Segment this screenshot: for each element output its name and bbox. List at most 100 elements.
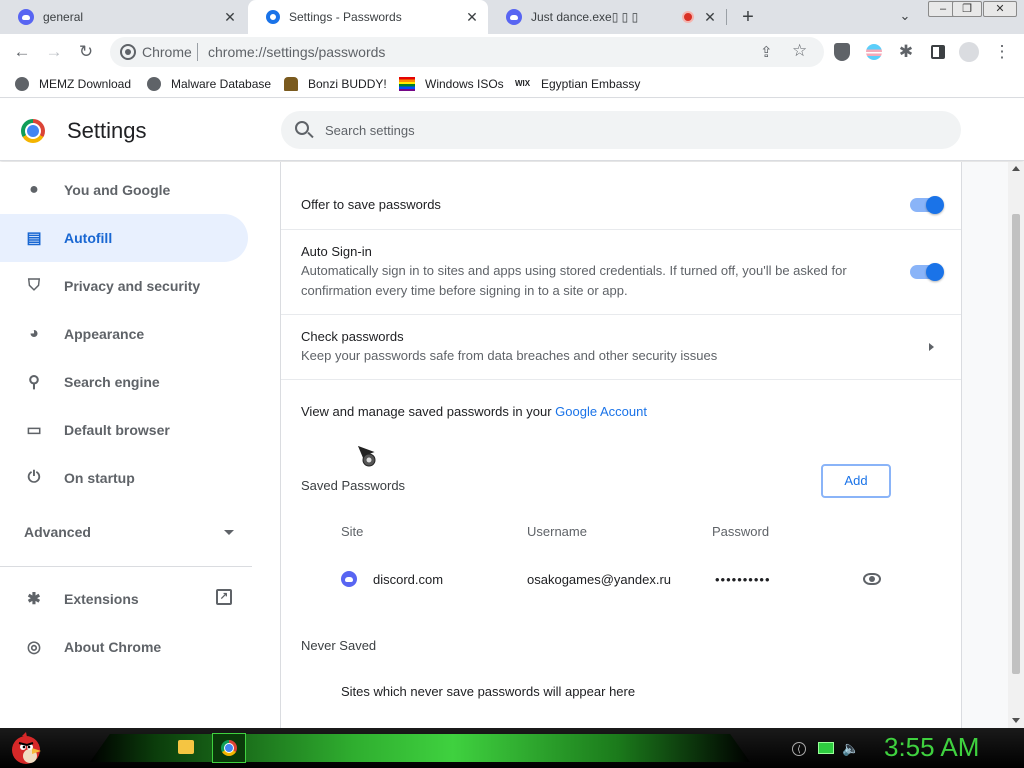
extensions-puzzle-icon[interactable]: ✱ <box>896 42 916 62</box>
palette-icon: ◕ <box>29 325 39 342</box>
sidebar-divider <box>0 566 252 567</box>
restore-button[interactable]: ❐ <box>952 1 982 17</box>
bookmark-label: Windows ISOs <box>425 77 504 91</box>
sidebar-item-autofill[interactable]: ▤ Autofill <box>0 214 248 262</box>
sidebar-item-label: Default browser <box>64 422 170 438</box>
address-bar[interactable]: Chrome chrome://settings/passwords ⇪ ☆ <box>110 37 824 67</box>
tab-title: general <box>43 10 84 24</box>
add-password-button[interactable]: Add <box>821 464 891 498</box>
column-header-password: Password <box>712 524 770 539</box>
bookmark-memz-download[interactable]: MEMZ Download <box>15 76 131 92</box>
bookmark-label: MEMZ Download <box>39 77 132 91</box>
close-window-button[interactable]: ✕ <box>983 1 1017 17</box>
offer-to-save-toggle[interactable] <box>910 196 944 214</box>
chevron-right-icon[interactable] <box>929 343 934 351</box>
close-tab-icon[interactable]: ✕ <box>222 9 238 25</box>
auto-signin-row[interactable]: Auto Sign-in Automatically sign in to si… <box>281 230 961 315</box>
bookmark-bonzi-buddy[interactable]: Bonzi BUDDY! <box>284 76 387 92</box>
scroll-up-arrow-icon[interactable] <box>1012 166 1020 171</box>
sidebar-item-default-browser[interactable]: ▭ Default browser <box>0 406 248 454</box>
password-site[interactable]: discord.com <box>373 572 443 587</box>
taskbar-folder-icon[interactable] <box>178 740 194 754</box>
google-account-link[interactable]: Google Account <box>555 404 647 419</box>
never-saved-empty-text: Sites which never save passwords will ap… <box>341 684 636 699</box>
sidebar-item-label: Search engine <box>64 374 160 390</box>
bookmark-malware-database[interactable]: Malware Database <box>147 76 271 92</box>
tab-strip: general ✕ Settings - Passwords ✕ Just da… <box>0 0 1024 34</box>
reload-icon[interactable]: ↻ <box>76 42 96 62</box>
sidebar-item-appearance[interactable]: ◕ Appearance <box>0 310 248 358</box>
volume-icon[interactable]: 🔈 <box>842 740 859 757</box>
forward-arrow-icon[interactable]: → <box>44 42 64 62</box>
close-tab-icon[interactable]: ✕ <box>464 9 480 25</box>
bookmark-star-icon[interactable]: ☆ <box>792 41 807 61</box>
more-menu-icon[interactable]: ⋮ <box>992 42 1012 62</box>
settings-header: Settings <box>0 99 1024 161</box>
tab-general[interactable]: general ✕ <box>0 0 246 34</box>
bookmark-label: Malware Database <box>171 77 272 91</box>
sidebar-item-you-and-google[interactable]: ● You and Google <box>0 166 248 214</box>
page-scrollbar[interactable] <box>1008 162 1024 728</box>
share-icon[interactable]: ⇪ <box>760 43 773 61</box>
tray-app-icon[interactable]: ⟨ <box>792 742 806 756</box>
page-title: Settings <box>67 118 147 143</box>
sidebar-item-search-engine[interactable]: ⚲ Search engine <box>0 358 248 406</box>
sidebar-item-label: About Chrome <box>64 639 162 655</box>
check-passwords-row[interactable]: Check passwords Keep your passwords safe… <box>281 315 961 380</box>
discord-icon <box>18 9 34 25</box>
offer-to-save-row[interactable]: Offer to save passwords <box>281 162 961 230</box>
browser-toolbar: ← → ↻ Chrome chrome://settings/passwords… <box>0 34 1024 70</box>
scrollbar-thumb[interactable] <box>1012 214 1020 674</box>
mouse-cursor-icon <box>356 444 378 467</box>
bookmark-label: Bonzi BUDDY! <box>308 77 387 91</box>
bookmark-egyptian-embassy[interactable]: WIX Egyptian Embassy <box>515 76 640 92</box>
tab-just-dance[interactable]: Just dance.exe▯ ▯ ▯ ✕ <box>488 0 726 34</box>
sidebar-item-label: Privacy and security <box>64 278 201 294</box>
auto-signin-toggle[interactable] <box>910 263 944 281</box>
taskbar-chrome-button[interactable] <box>212 733 246 763</box>
scroll-down-arrow-icon[interactable] <box>1012 718 1020 723</box>
close-tab-icon[interactable]: ✕ <box>702 9 718 25</box>
show-password-eye-icon[interactable] <box>863 573 881 585</box>
side-panel-icon[interactable] <box>931 45 945 59</box>
chrome-page-icon[interactable] <box>120 44 136 60</box>
new-tab-button[interactable]: + <box>738 6 758 28</box>
search-icon <box>295 121 309 135</box>
wix-icon: WIX <box>515 79 531 88</box>
never-saved-heading: Never Saved <box>301 638 377 653</box>
settings-search[interactable] <box>281 111 961 149</box>
sidebar-item-extensions[interactable]: ✱ Extensions ↗ <box>0 575 252 623</box>
ublock-shield-icon[interactable] <box>834 43 850 61</box>
auto-signin-description: Automatically sign in to sites and apps … <box>301 263 847 298</box>
advanced-section-toggle[interactable]: Advanced <box>24 524 234 544</box>
taskbar <box>0 728 1024 768</box>
url-text[interactable]: chrome://settings/passwords <box>208 44 385 60</box>
search-input[interactable] <box>325 120 925 140</box>
tab-search-chevron-icon[interactable]: ⌄ <box>896 7 914 25</box>
caret-down-icon <box>224 530 234 535</box>
globe-icon <box>15 77 29 91</box>
extension-flag-icon[interactable] <box>866 44 882 60</box>
bookmark-windows-isos[interactable]: Windows ISOs <box>399 76 504 92</box>
network-monitor-icon[interactable] <box>818 742 834 754</box>
manage-passwords-text: View and manage saved passwords in your … <box>301 404 647 419</box>
power-icon: ⏻ <box>27 469 41 486</box>
password-username[interactable]: osakogames@yandex.ru <box>527 572 671 587</box>
tab-settings-passwords[interactable]: Settings - Passwords ✕ <box>248 0 488 34</box>
saved-passwords-heading: Saved Passwords <box>301 478 406 493</box>
sidebar-item-privacy-and-security[interactable]: ⛉ Privacy and security <box>0 262 248 310</box>
rainbow-flag-icon <box>399 77 415 91</box>
sidebar-item-on-startup[interactable]: ⏻ On startup <box>0 454 248 502</box>
omnibox-divider <box>197 43 198 61</box>
profile-avatar-icon[interactable] <box>959 42 979 62</box>
taskbar-clock[interactable]: 3:55 AM <box>884 732 979 763</box>
bonzi-icon <box>284 77 298 91</box>
recording-icon <box>682 11 694 23</box>
sidebar-item-label: Appearance <box>64 326 145 342</box>
chrome-logo-icon: ◎ <box>27 639 41 656</box>
tab-divider <box>726 9 727 25</box>
start-angry-bird-icon[interactable] <box>8 730 44 766</box>
sidebar-item-about-chrome[interactable]: ◎ About Chrome <box>0 623 248 671</box>
search-icon: ⚲ <box>28 374 40 391</box>
back-arrow-icon[interactable]: ← <box>12 42 32 62</box>
